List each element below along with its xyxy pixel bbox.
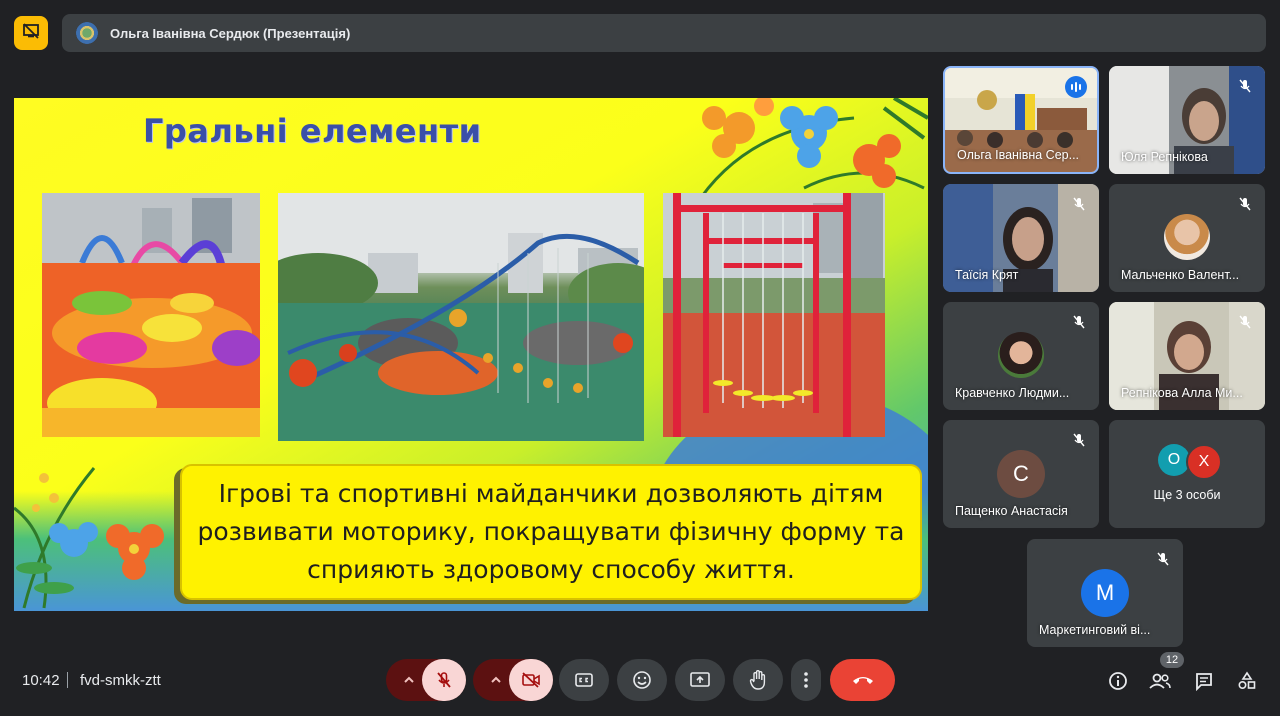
- mic-off-icon: [1069, 312, 1089, 332]
- mic-off-icon: [1235, 194, 1255, 214]
- closed-captions-icon: [575, 673, 593, 687]
- chat-icon: [1196, 673, 1212, 691]
- participant-count-badge: 12: [1160, 652, 1184, 668]
- slide-text-line: Ігрові та спортивні майданчики дозволяют…: [218, 479, 884, 508]
- camera-control-group: [473, 659, 553, 701]
- more-participants-tile[interactable]: О Х Ще 3 особи: [1109, 420, 1265, 528]
- emoji-icon: [633, 671, 651, 689]
- chevron-up-icon: [404, 676, 414, 683]
- meeting-time: 10:42: [22, 672, 60, 689]
- mic-off-icon: [1069, 430, 1089, 450]
- participant-name: Мальченко Валент...: [1121, 268, 1240, 282]
- top-bar: Ольга Іванівна Сердюк (Презентація): [14, 14, 1266, 52]
- activities-button[interactable]: [1234, 670, 1260, 692]
- flower-decor-bottom-left: [14, 467, 164, 609]
- slide-text-line: сприяють здоровому способу життя.: [307, 555, 795, 584]
- present-screen-off-icon: [22, 22, 40, 44]
- participant-name: Репнікова Алла Ми...: [1121, 386, 1243, 400]
- participant-tile[interactable]: Таїсія Крят: [943, 184, 1099, 292]
- mic-off-icon: [1235, 312, 1255, 332]
- participant-name: Пащенко Анастасія: [955, 504, 1068, 518]
- audio-level-icon: [1071, 82, 1081, 92]
- mic-off-icon: [1153, 549, 1173, 569]
- participant-tile[interactable]: Мальченко Валент...: [1109, 184, 1265, 292]
- info-icon: [1109, 672, 1127, 690]
- presenter-avatar: [76, 22, 98, 44]
- more-participants-label: Ще 3 особи: [1153, 488, 1221, 502]
- participant-name: Таїсія Крят: [955, 268, 1019, 282]
- avatar-initial: М: [1095, 580, 1115, 605]
- participant-photo-avatar: [998, 332, 1044, 378]
- camera-toggle-button[interactable]: [509, 659, 553, 701]
- avatar-initial: Х: [1198, 453, 1210, 470]
- more-vert-icon: [804, 672, 808, 688]
- avatar-initial: О: [1167, 451, 1181, 468]
- presentation-slide: Гральні елементи Ігрові та спортивні май…: [14, 98, 928, 611]
- participant-name: Кравченко Людми...: [955, 386, 1070, 400]
- mic-control-group: [386, 659, 466, 701]
- speaking-indicator: [1065, 76, 1087, 98]
- presenter-info-bar: Ольга Іванівна Сердюк (Презентація): [62, 14, 1266, 52]
- end-call-button[interactable]: [830, 659, 895, 701]
- participant-tile[interactable]: С Пащенко Анастасія: [943, 420, 1099, 528]
- participant-name: Маркетинговий ві...: [1039, 623, 1151, 637]
- mic-off-icon: [437, 672, 451, 688]
- participant-name: Юля Репнікова: [1121, 150, 1208, 164]
- participant-tile[interactable]: М Маркетинговий ві...: [1027, 539, 1183, 647]
- activities-icon: [1238, 671, 1256, 690]
- slide-photo-playground-2: [278, 193, 644, 441]
- call-end-icon: [852, 677, 873, 684]
- slide-text-box: Ігрові та спортивні майданчики дозволяют…: [180, 464, 922, 600]
- divider: [67, 672, 68, 688]
- participant-initial-avatar: С: [997, 450, 1045, 498]
- reactions-button[interactable]: [617, 659, 667, 701]
- participant-tile[interactable]: Кравченко Людми...: [943, 302, 1099, 410]
- mic-options-button[interactable]: [394, 659, 424, 701]
- chat-button[interactable]: [1191, 670, 1217, 692]
- meeting-code: fvd-smkk-ztt: [80, 672, 161, 689]
- people-button[interactable]: [1147, 670, 1173, 692]
- participant-name: Ольга Іванівна Сер...: [957, 148, 1080, 162]
- captions-button[interactable]: [559, 659, 609, 701]
- participant-initial-avatar: Х: [1186, 444, 1222, 480]
- camera-options-button[interactable]: [481, 659, 511, 701]
- presenter-title: Ольга Іванівна Сердюк (Презентація): [110, 25, 351, 41]
- slide-title: Гральні елементи: [143, 112, 482, 150]
- participant-tile[interactable]: Репнікова Алла Ми...: [1109, 302, 1265, 410]
- avatar-initial: С: [1013, 461, 1029, 486]
- more-options-button[interactable]: [791, 659, 821, 701]
- mic-toggle-button[interactable]: [422, 659, 466, 701]
- participant-tile[interactable]: Юля Репнікова: [1109, 66, 1265, 174]
- participant-tile[interactable]: Ольга Іванівна Сер...: [943, 66, 1099, 174]
- participant-photo-avatar: [1164, 214, 1210, 260]
- slide-photo-playground-3: [663, 193, 885, 437]
- raise-hand-icon: [749, 670, 766, 690]
- mic-off-icon: [1069, 194, 1089, 214]
- slide-text-line: розвивати моторику, покращувати фізичну …: [197, 517, 905, 546]
- raise-hand-button[interactable]: [733, 659, 783, 701]
- participant-initial-avatar: М: [1081, 569, 1129, 617]
- presentation-toggle-button[interactable]: [14, 16, 48, 50]
- slide-photo-playground-1: [42, 193, 260, 437]
- people-icon: [1149, 673, 1171, 689]
- camera-off-icon: [522, 672, 540, 688]
- present-now-button[interactable]: [675, 659, 725, 701]
- meeting-details-button[interactable]: [1105, 670, 1131, 692]
- chevron-up-icon: [491, 676, 501, 683]
- present-screen-icon: [690, 672, 710, 687]
- mic-off-icon: [1235, 76, 1255, 96]
